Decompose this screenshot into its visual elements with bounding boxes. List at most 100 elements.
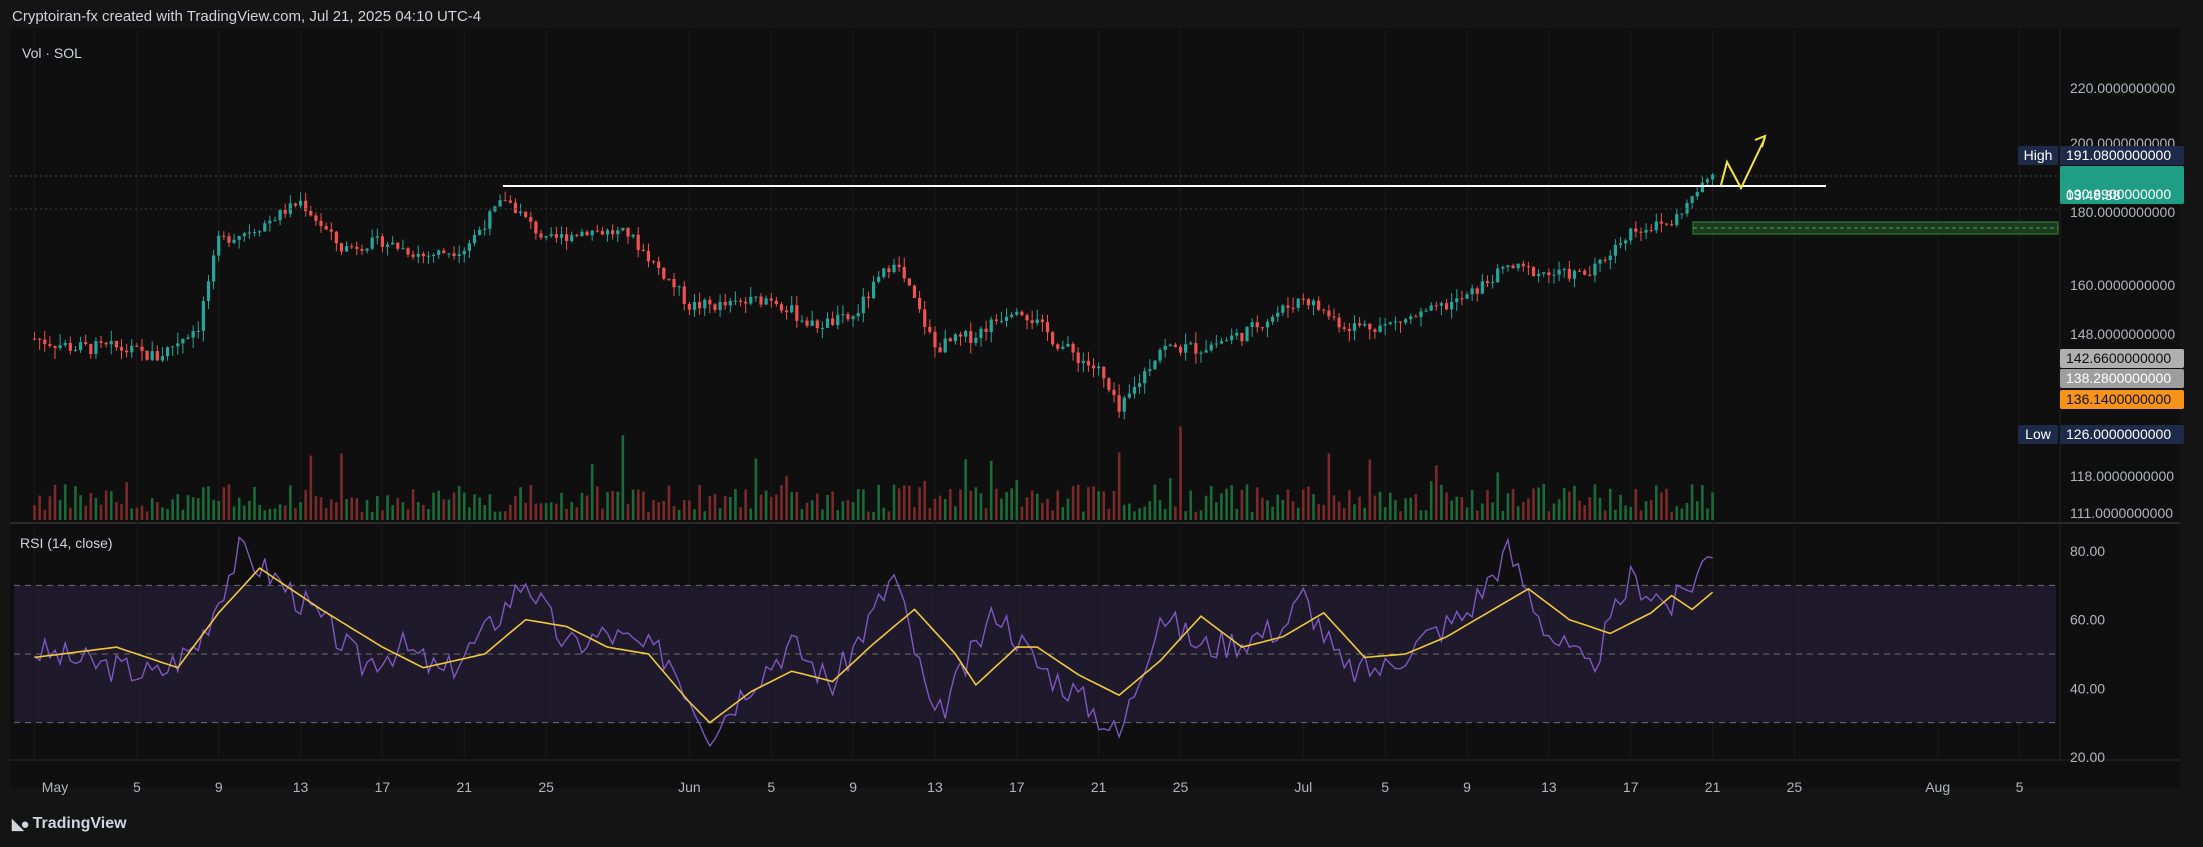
candle-body xyxy=(948,338,952,342)
volume-bar xyxy=(1158,500,1162,520)
candle-body xyxy=(1004,316,1009,321)
tradingview-logo[interactable]: ◣● TradingView xyxy=(12,815,127,833)
candle-body xyxy=(73,350,78,352)
candle-body xyxy=(1450,302,1454,310)
candle-body xyxy=(877,276,881,282)
candle-body xyxy=(232,239,236,243)
price-tag-3: 136.1400000000 xyxy=(2066,391,2171,407)
volume-bar xyxy=(478,497,481,520)
volume-bar xyxy=(1071,486,1075,520)
candle-body xyxy=(1424,310,1428,312)
volume-bar xyxy=(79,495,82,520)
candle-body xyxy=(370,237,374,249)
candle-body xyxy=(1168,344,1172,346)
time-tick: 17 xyxy=(375,779,391,795)
volume-bar xyxy=(355,498,359,520)
volume-bar xyxy=(273,508,277,520)
candle-body xyxy=(1357,323,1362,326)
volume-bar xyxy=(1496,472,1500,520)
candle-body xyxy=(1051,332,1055,345)
countdown-text: 03:49:38 xyxy=(2066,187,2121,203)
candle-body xyxy=(94,341,98,354)
time-tick: 17 xyxy=(1009,779,1025,795)
candle-body xyxy=(109,340,113,345)
candle-body xyxy=(1296,298,1300,308)
candle-body xyxy=(1608,255,1612,261)
candle-body xyxy=(575,235,579,237)
volume-bar xyxy=(729,496,732,520)
volume-bar xyxy=(1414,494,1418,520)
candle-body xyxy=(1490,282,1495,284)
candle-body xyxy=(866,296,871,299)
volume-bar xyxy=(708,496,712,520)
volume-bar xyxy=(268,509,272,520)
time-tick: May xyxy=(42,779,68,795)
candle-body xyxy=(1429,305,1433,311)
volume-bar xyxy=(181,509,185,520)
price-tick: 220.0000000000 xyxy=(2070,80,2175,96)
candle-body xyxy=(1230,335,1234,341)
candle-body xyxy=(1695,191,1699,197)
volume-bar xyxy=(1174,506,1177,520)
candle-body xyxy=(928,326,932,332)
volume-bar xyxy=(979,493,983,520)
volume-bar xyxy=(1701,485,1704,520)
candle-body xyxy=(483,228,487,230)
candle-body xyxy=(1265,321,1270,328)
volume-bar xyxy=(84,505,87,520)
volume-bar xyxy=(350,497,354,520)
candle-body xyxy=(651,261,656,263)
candle-body xyxy=(1342,327,1346,329)
candle-body xyxy=(78,342,83,351)
volume-bar xyxy=(1184,511,1187,520)
volume-bar xyxy=(196,498,200,520)
volume-bar xyxy=(954,506,957,520)
volume-bar xyxy=(1460,497,1464,520)
volume-bar xyxy=(1348,490,1351,520)
trading-chart[interactable]: 220.0000000000200.0000000000180.00000000… xyxy=(0,0,2203,847)
volume-bar xyxy=(519,487,522,520)
candle-body xyxy=(1035,319,1039,324)
candle-body xyxy=(969,331,973,343)
candle-body xyxy=(298,200,303,206)
candle-body xyxy=(1153,360,1157,370)
candle-body xyxy=(426,255,431,257)
volume-bar xyxy=(693,509,696,520)
volume-bar xyxy=(1711,492,1714,520)
candle-body xyxy=(1071,343,1075,353)
volume-bar xyxy=(1690,484,1694,520)
volume-bar xyxy=(1225,488,1228,520)
volume-bar xyxy=(749,508,753,520)
candle-body xyxy=(171,346,175,348)
volume-bar xyxy=(1378,491,1382,520)
candle-body xyxy=(923,309,927,327)
volume-bar xyxy=(1271,506,1274,520)
candle-body xyxy=(273,220,277,222)
candle-body xyxy=(836,314,840,325)
volume-bar xyxy=(913,507,916,520)
candle-body xyxy=(1066,343,1070,347)
candle-body xyxy=(150,351,154,360)
volume-bar xyxy=(606,492,609,520)
candle-body xyxy=(1204,350,1208,353)
volume-bar xyxy=(135,507,139,520)
volume-bar xyxy=(1163,508,1167,520)
volume-bar xyxy=(1168,477,1172,520)
time-tick: 21 xyxy=(456,779,472,795)
volume-bar xyxy=(1680,508,1684,520)
candle-body xyxy=(155,351,159,361)
volume-bar xyxy=(488,494,492,520)
candle-body xyxy=(513,202,518,214)
volume-bar xyxy=(442,499,446,520)
volume-bar xyxy=(667,485,671,520)
candle-body xyxy=(1132,386,1137,394)
volume-bar xyxy=(1286,489,1290,520)
volume-bar xyxy=(943,498,947,520)
volume-bar xyxy=(1296,507,1300,520)
volume-bar xyxy=(53,484,57,520)
volume-bar xyxy=(1235,508,1239,520)
volume-bar xyxy=(258,504,261,520)
candle-body xyxy=(339,243,344,252)
candle-body xyxy=(1184,344,1188,353)
candle-body xyxy=(508,200,512,203)
